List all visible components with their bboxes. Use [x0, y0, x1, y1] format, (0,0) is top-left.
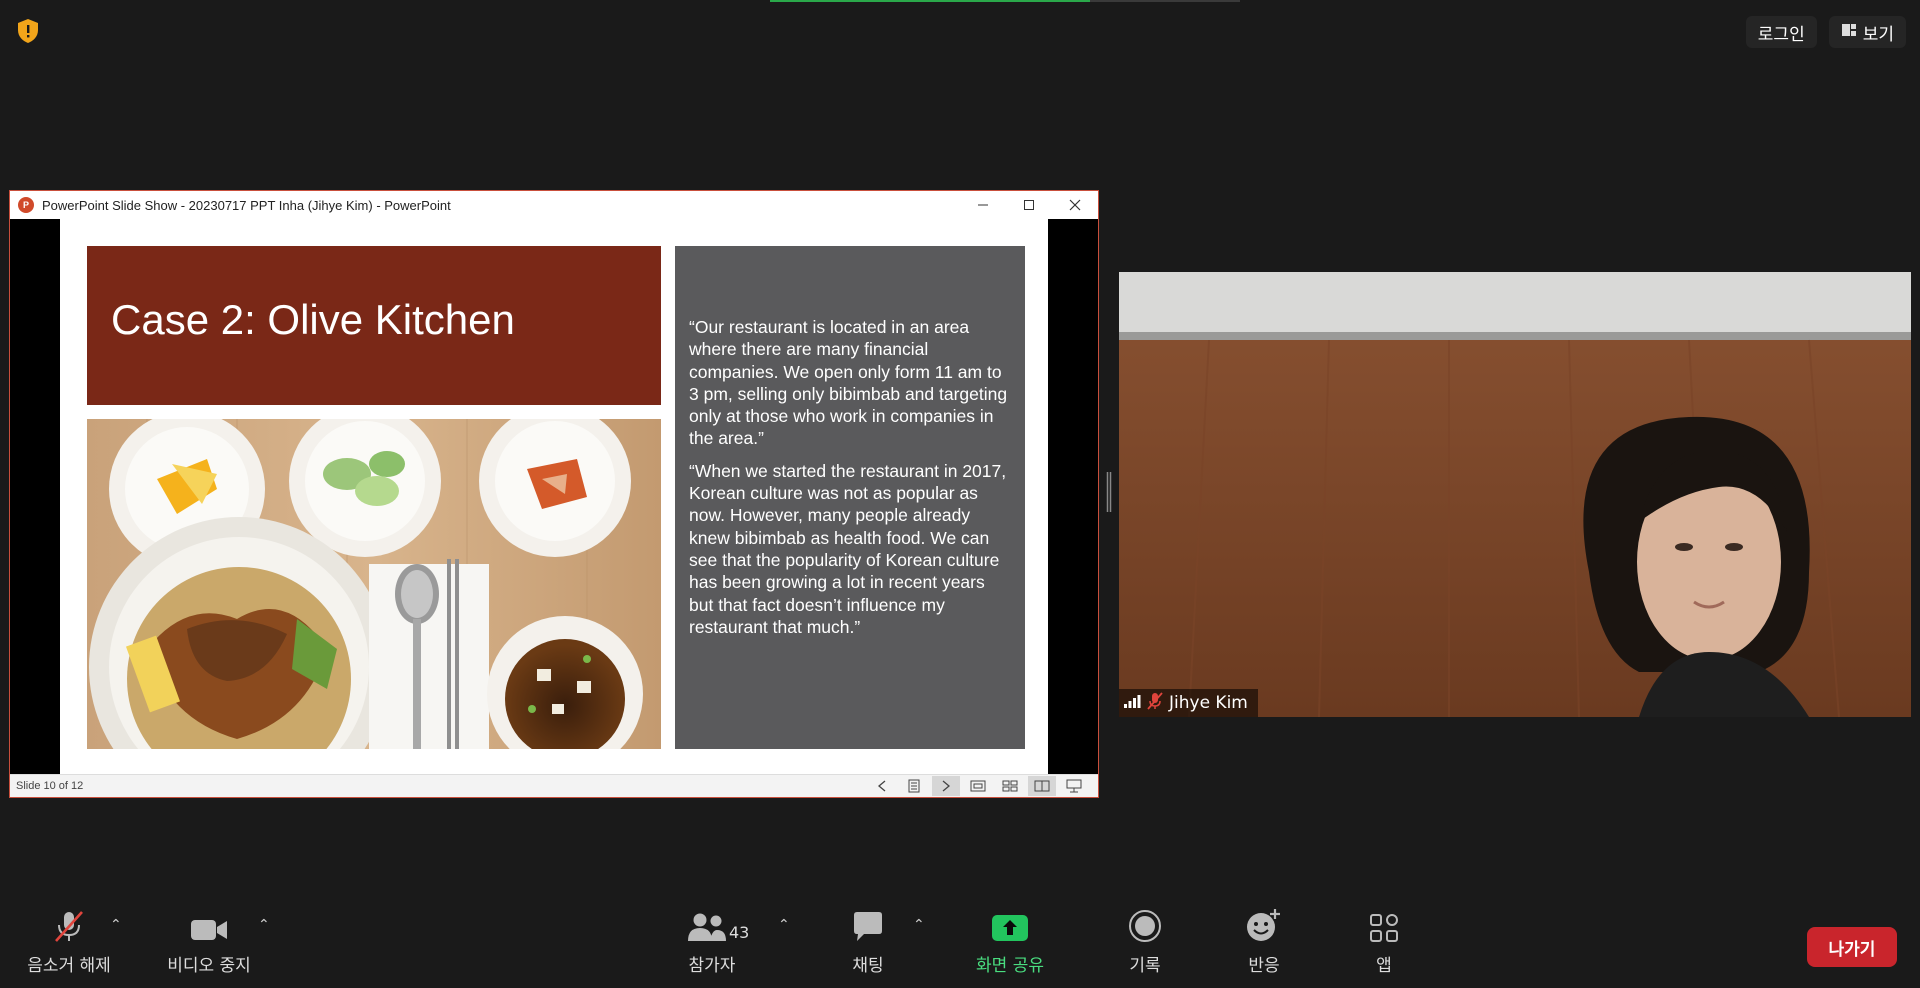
participant-name-tag: Jihye Kim: [1119, 689, 1258, 717]
ppt-window-title: PowerPoint Slide Show - 20230717 PPT Inh…: [42, 197, 451, 213]
quote-paragraph-2: “When we started the restaurant in 2017,…: [689, 460, 1007, 637]
login-button[interactable]: 로그인: [1745, 16, 1817, 48]
muted-mic-icon: [1147, 691, 1163, 715]
video-options-chevron-up-icon[interactable]: ⌃: [258, 917, 270, 933]
view-label: 보기: [1862, 24, 1894, 45]
chat-label: 채팅: [852, 956, 884, 976]
splitter-handle[interactable]: [1106, 472, 1112, 512]
security-shield-icon[interactable]: [16, 18, 40, 44]
unmute-label: 음소거 해제: [27, 956, 111, 976]
bibimbap-photo: [87, 419, 661, 749]
chat-button[interactable]: 채팅: [828, 895, 908, 988]
stop-video-button[interactable]: 비디오 중지: [160, 895, 258, 988]
powerpoint-window: P PowerPoint Slide Show - 20230717 PPT I…: [9, 190, 1099, 798]
view-grid-icon: [1841, 22, 1857, 43]
share-screen-icon: [992, 895, 1028, 943]
participant-name: Jihye Kim: [1169, 693, 1248, 713]
participants-options-chevron-up-icon[interactable]: ⌃: [778, 917, 790, 933]
slide-count: Slide 10 of 12: [16, 780, 84, 792]
quote-box: “Our restaurant is located in an area wh…: [675, 246, 1025, 749]
leave-button[interactable]: 나가기: [1807, 927, 1897, 967]
slide-title: Case 2: Olive Kitchen: [111, 296, 515, 343]
record-icon: [1128, 895, 1162, 943]
close-icon[interactable]: [1052, 191, 1098, 219]
reading-view-icon[interactable]: [1028, 776, 1056, 796]
signal-strength-icon: [1123, 693, 1141, 714]
audio-options-chevron-up-icon[interactable]: ⌃: [110, 917, 122, 933]
ppt-statusbar: Slide 10 of 12: [10, 774, 1098, 797]
notes-icon[interactable]: [900, 776, 928, 796]
ppt-titlebar: P PowerPoint Slide Show - 20230717 PPT I…: [10, 191, 1098, 219]
apps-button[interactable]: 앱: [1344, 895, 1424, 988]
view-button[interactable]: 보기: [1828, 16, 1906, 48]
stop-video-label: 비디오 중지: [167, 956, 251, 976]
top-progress-bar: [770, 0, 1240, 2]
slide: Case 2: Olive Kitchen “Our restaurant is…: [60, 219, 1048, 777]
powerpoint-logo-icon: P: [18, 197, 34, 213]
participants-count: 43: [729, 923, 750, 942]
next-slide-icon[interactable]: [932, 776, 960, 796]
previous-slide-icon[interactable]: [868, 776, 896, 796]
login-label: 로그인: [1757, 24, 1805, 45]
unmute-button[interactable]: 음소거 해제: [20, 895, 118, 988]
record-label: 기록: [1129, 956, 1161, 976]
meeting-toolbar: 음소거 해제 ⌃ 비디오 중지 ⌃ 참가자 43 ⌃ 채팅 ⌃ 화면 공유 기록: [0, 895, 1920, 988]
chat-options-chevron-up-icon[interactable]: ⌃: [913, 917, 925, 933]
apps-icon: [1369, 895, 1399, 943]
slide-sorter-icon[interactable]: [996, 776, 1024, 796]
minimize-icon[interactable]: [960, 191, 1006, 219]
maximize-icon[interactable]: [1006, 191, 1052, 219]
muted-microphone-icon: [52, 895, 86, 943]
slideshow-icon[interactable]: [1060, 776, 1088, 796]
slide-title-box: Case 2: Olive Kitchen: [87, 246, 661, 405]
normal-view-icon[interactable]: [964, 776, 992, 796]
participants-label: 참가자: [688, 956, 736, 976]
share-screen-label: 화면 공유: [976, 956, 1044, 976]
record-button[interactable]: 기록: [1105, 895, 1185, 988]
apps-label: 앱: [1376, 956, 1392, 976]
slide-stage: Case 2: Olive Kitchen “Our restaurant is…: [10, 219, 1098, 777]
chat-bubble-icon: [851, 895, 885, 943]
participant-video[interactable]: Jihye Kim: [1119, 272, 1911, 717]
reactions-label: 반응: [1248, 956, 1280, 976]
quote-paragraph-1: “Our restaurant is located in an area wh…: [689, 317, 1008, 449]
share-screen-button[interactable]: 화면 공유: [960, 895, 1060, 988]
smiley-plus-icon: [1246, 895, 1282, 943]
video-camera-icon: [190, 895, 228, 943]
reactions-button[interactable]: 반응: [1224, 895, 1304, 988]
